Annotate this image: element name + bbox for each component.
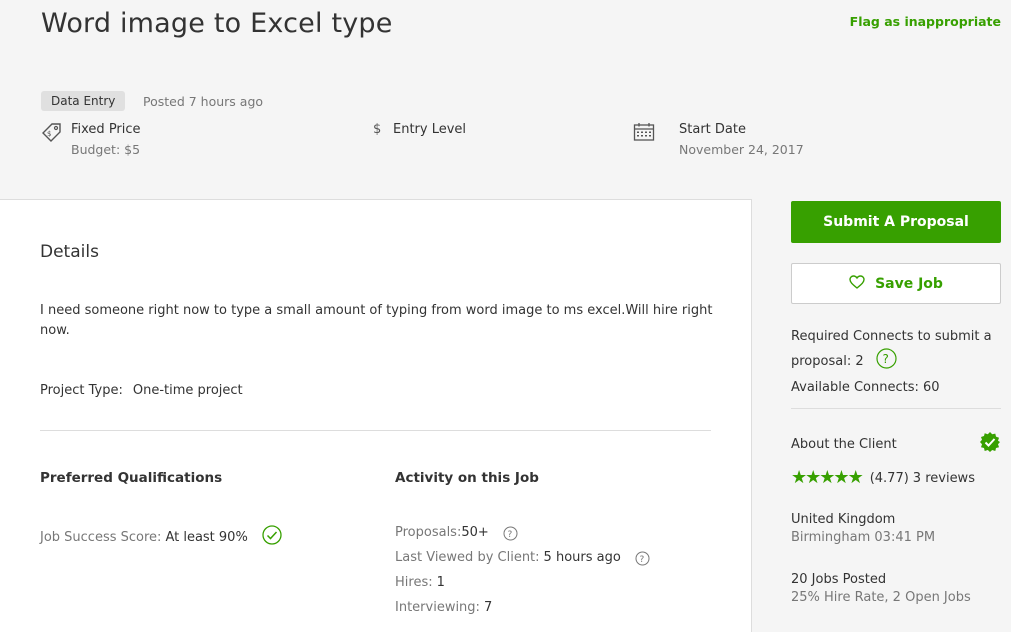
activity-proposals: Proposals: 50+ ? xyxy=(395,525,650,550)
hire-rate: 25% Hire Rate, 2 Open Jobs xyxy=(791,590,971,605)
star-icon: ★ xyxy=(847,467,864,488)
meta-price: $ Fixed Price Budget: $5 xyxy=(41,122,141,157)
calendar-icon xyxy=(633,122,655,146)
star-icon: ★ xyxy=(805,467,821,488)
star-icon: ★ xyxy=(833,467,849,488)
about-client: About the Client xyxy=(791,431,1001,457)
star-icon: ★ xyxy=(791,467,807,488)
details-heading: Details xyxy=(40,242,99,262)
job-success-score: Job Success Score: At least 90% xyxy=(40,525,282,549)
project-type: Project Type: One-time project xyxy=(40,383,243,398)
submit-proposal-button[interactable]: Submit A Proposal xyxy=(791,201,1001,243)
heart-icon xyxy=(849,274,865,293)
proposals-value: 50+ xyxy=(461,525,489,540)
price-type: Fixed Price xyxy=(71,122,141,137)
reviews-count: 3 reviews xyxy=(912,470,975,486)
svg-text:?: ? xyxy=(507,530,512,540)
price-tag-icon: $ xyxy=(41,122,63,146)
details-panel: Details I need someone right now to type… xyxy=(0,199,752,632)
sidebar-divider xyxy=(791,408,1001,409)
posted-time: Posted 7 hours ago xyxy=(143,94,264,109)
check-circle-icon xyxy=(262,525,282,549)
dollar-icon: $ xyxy=(373,122,382,137)
save-job-label: Save Job xyxy=(875,275,943,292)
last-viewed-label: Last Viewed by Client: xyxy=(395,550,540,565)
interviewing-value: 7 xyxy=(483,600,493,615)
svg-text:$: $ xyxy=(47,130,51,138)
activity-heading: Activity on this Job xyxy=(395,470,539,486)
activity-interviewing: Interviewing: 7 xyxy=(395,600,650,625)
start-date-label: Start Date xyxy=(679,122,746,137)
meta-start: Start Date November 24, 2017 xyxy=(633,122,804,157)
start-date: November 24, 2017 xyxy=(679,142,804,157)
preferred-qualifications-heading: Preferred Qualifications xyxy=(40,470,223,486)
activity-hires: Hires: 1 xyxy=(395,575,650,600)
rating-value: (4.77) xyxy=(869,470,909,486)
star-icon: ★ xyxy=(819,467,835,488)
svg-text:?: ? xyxy=(639,555,644,565)
about-client-heading: About the Client xyxy=(791,436,897,452)
client-rating: ★ ★ ★ ★ ★ (4.77) 3 reviews xyxy=(791,467,975,488)
proposals-label: Proposals: xyxy=(395,525,462,540)
budget: Budget: $5 xyxy=(71,142,141,157)
client-city-time: Birmingham 03:41 PM xyxy=(791,530,936,545)
help-icon[interactable]: ? xyxy=(503,526,518,545)
hires-label: Hires: xyxy=(395,575,433,590)
activity-last-viewed: Last Viewed by Client: 5 hours ago ? xyxy=(395,550,650,575)
last-viewed-value: 5 hours ago xyxy=(543,550,621,565)
help-icon[interactable]: ? xyxy=(635,551,650,570)
client-location: United Kingdom Birmingham 03:41 PM xyxy=(791,512,935,545)
interviewing-label: Interviewing: xyxy=(395,600,480,615)
available-connects: Available Connects: 60 xyxy=(791,380,940,395)
client-country: United Kingdom xyxy=(791,512,896,527)
project-type-value: One-time project xyxy=(132,383,243,398)
meta-level: $ Entry Level xyxy=(373,122,466,137)
svg-text:?: ? xyxy=(882,352,888,366)
connects-info: Required Connects to submit a proposal: … xyxy=(791,326,1001,399)
activity-list: Proposals: 50+ ? Last Viewed by Client: 5 … xyxy=(395,525,650,625)
jss-value: At least 90% xyxy=(165,529,248,545)
verified-icon xyxy=(979,431,1001,457)
jobs-posted: 20 Jobs Posted xyxy=(791,572,887,587)
client-jobs: 20 Jobs Posted 25% Hire Rate, 2 Open Job… xyxy=(791,572,971,605)
hires-value: 1 xyxy=(436,575,445,590)
category-tag[interactable]: Data Entry xyxy=(41,91,126,111)
save-job-button[interactable]: Save Job xyxy=(791,263,1001,304)
jss-label: Job Success Score: xyxy=(40,529,162,545)
job-description: I need someone right now to type a small… xyxy=(40,303,713,338)
flag-inappropriate-link[interactable]: Flag as inappropriate xyxy=(850,14,1001,29)
job-title: Word image to Excel type xyxy=(41,8,393,39)
experience-level: Entry Level xyxy=(393,122,467,137)
details-divider xyxy=(40,430,711,431)
project-type-label: Project Type: xyxy=(40,383,123,398)
help-icon[interactable]: ? xyxy=(876,348,897,377)
